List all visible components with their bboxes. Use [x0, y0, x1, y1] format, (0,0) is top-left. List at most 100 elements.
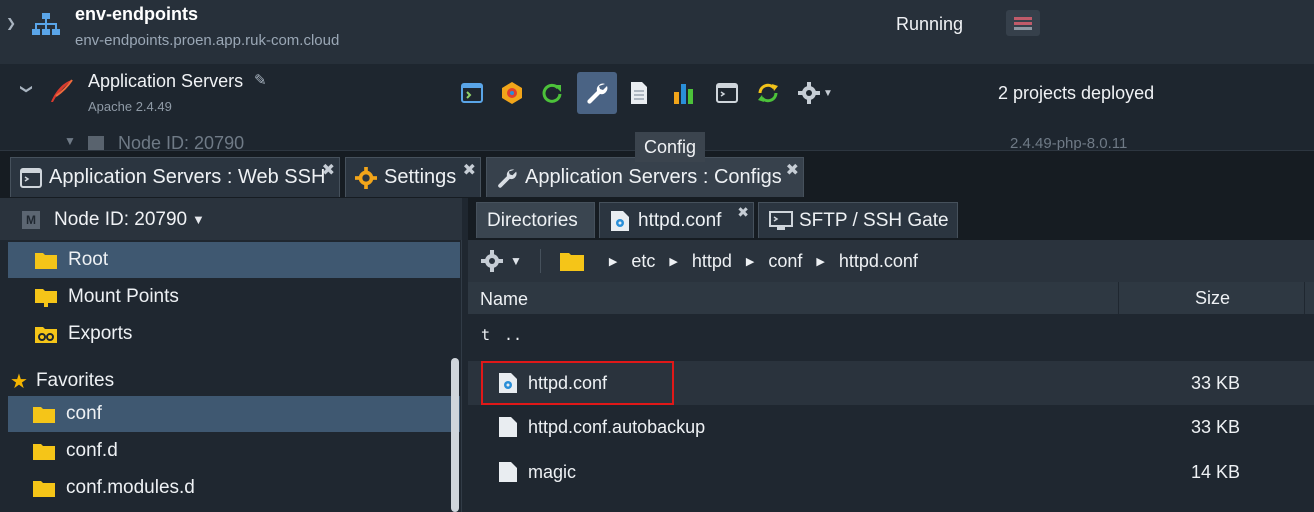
node-group-version: Apache 2.4.49	[88, 99, 172, 114]
file-name: magic	[528, 462, 577, 482]
environment-topology-icon	[32, 13, 60, 35]
file-size: 33 KB	[1190, 417, 1240, 437]
apache-feather-icon	[51, 79, 73, 102]
projects-deployed[interactable]: 2 projects deployed	[998, 83, 1154, 104]
parent-dir-marker: t	[481, 326, 491, 344]
file-row-httpd-conf-autobackup[interactable]: httpd.conf.autobackup 33 KB	[468, 405, 1314, 449]
environment-url[interactable]: env-endpoints.proen.app.ruk-com.cloud	[75, 32, 339, 49]
breadcrumb-arrow-icon: ▶	[669, 255, 678, 268]
chevron-down-icon: ▼	[510, 254, 522, 268]
favorite-item-conf[interactable]: conf	[8, 396, 460, 432]
folder-icon	[33, 481, 55, 497]
environment-power-toggle[interactable]	[1006, 10, 1040, 36]
file-icon	[499, 417, 517, 437]
config-wrench-icon	[495, 166, 519, 190]
toolbar-separator	[539, 249, 541, 273]
tree-item-label: conf	[66, 403, 102, 424]
node-selector-label: Node ID: 20790	[54, 209, 188, 230]
file-browser-panel: Directories httpd.conf ✖ SFTP / SSH Gate…	[468, 198, 1314, 512]
breadcrumb-arrow-icon: ▶	[745, 255, 755, 268]
close-icon[interactable]: ✖	[786, 160, 799, 180]
environment-row[interactable]: ❯ env-endpoints env-endpoints.proen.app.…	[0, 0, 1314, 64]
tree-item-label: Exports	[68, 323, 133, 344]
column-header-size[interactable]: Size	[1118, 282, 1306, 314]
tab-httpd-conf[interactable]: httpd.conf ✖	[599, 202, 754, 238]
tree-item-root[interactable]: Root	[8, 242, 460, 278]
settings-gear-dropdown-icon[interactable]: ▼	[790, 72, 840, 114]
config-tooltip: Config	[635, 132, 705, 162]
path-toolbar: ▼ ▶ etc ▶ httpd ▶ conf ▶ httpd.conf	[468, 240, 1314, 282]
breadcrumb-arrow-icon: ▶	[816, 255, 825, 268]
close-icon[interactable]: ✖	[737, 204, 749, 221]
tree-item-label: Mount Points	[68, 286, 179, 307]
folder-icon	[33, 407, 55, 423]
node-version-label: 2.4.49-php-8.0.11	[1010, 135, 1128, 150]
breadcrumb-httpd[interactable]: httpd	[692, 251, 732, 272]
tab-label: httpd.conf	[638, 209, 722, 231]
tab-label: SFTP / SSH Gate	[799, 209, 949, 231]
tab-web-ssh[interactable]: Application Servers : Web SSH ✖	[10, 157, 340, 197]
close-icon[interactable]: ✖	[322, 160, 335, 180]
collapse-chevron-icon[interactable]: ❯	[20, 84, 34, 94]
tab-label: Application Servers : Configs	[525, 166, 782, 188]
tab-directories[interactable]: Directories	[476, 202, 595, 238]
redeploy-icon[interactable]	[748, 72, 788, 114]
config-file-icon	[499, 373, 517, 393]
collapse-chevron-icon[interactable]: ▼	[64, 134, 76, 148]
close-icon[interactable]: ✖	[463, 160, 476, 180]
addons-icon[interactable]	[492, 72, 532, 114]
breadcrumb-httpd-conf[interactable]: httpd.conf	[839, 251, 918, 272]
node-badge-icon: M	[22, 211, 40, 229]
tree-item-exports[interactable]: Exports	[8, 316, 460, 352]
root-folder-icon[interactable]	[559, 250, 585, 272]
application-servers-row[interactable]: ❯ Application Servers ✎ Apache 2.4.49 ▼ …	[0, 64, 1314, 124]
favorite-item-conf-modules-d[interactable]: conf.modules.d	[8, 470, 460, 506]
log-file-icon[interactable]	[619, 72, 659, 114]
tree-item-mount-points[interactable]: Mount Points	[8, 279, 460, 315]
folder-icon	[35, 253, 57, 269]
favorites-label: Favorites	[35, 370, 115, 391]
tab-settings[interactable]: Settings ✖	[345, 157, 481, 197]
breadcrumb-etc[interactable]: etc	[631, 251, 655, 272]
tab-label: Directories	[487, 209, 578, 231]
file-size: 14 KB	[1190, 462, 1240, 482]
file-name: httpd.conf.autobackup	[528, 417, 706, 437]
config-file-icon	[611, 210, 629, 231]
node-group-name[interactable]: Application Servers	[88, 71, 243, 92]
tree-scrollbar[interactable]	[451, 358, 459, 512]
breadcrumb-conf[interactable]: conf	[768, 251, 802, 272]
settings-gear-icon	[354, 166, 378, 190]
tree-item-label: conf.d	[66, 440, 118, 461]
config-wrench-icon[interactable]	[577, 72, 617, 114]
edit-pencil-icon[interactable]: ✎	[254, 71, 267, 89]
node-server-icon	[88, 136, 104, 150]
tab-sftp-ssh-gate[interactable]: SFTP / SSH Gate	[758, 202, 958, 238]
column-header-name[interactable]: Name	[480, 289, 528, 310]
sub-tabs-bar: Directories httpd.conf ✖ SFTP / SSH Gate	[468, 198, 1314, 240]
favorites-header[interactable]: ★ Favorites	[0, 366, 114, 396]
node-selector[interactable]: M Node ID: 20790 ▼	[0, 198, 462, 240]
tab-configs[interactable]: Application Servers : Configs ✖	[486, 157, 804, 197]
web-ssh-icon[interactable]	[452, 72, 492, 114]
mount-folder-icon	[35, 289, 57, 307]
parent-directory-row[interactable]: t ..	[468, 316, 1314, 360]
restart-icon[interactable]	[532, 72, 572, 114]
statistics-icon[interactable]	[663, 72, 703, 114]
favorite-item-conf-d[interactable]: conf.d	[8, 433, 460, 469]
file-size: 33 KB	[1190, 373, 1240, 393]
file-row-httpd-conf[interactable]: httpd.conf 33 KB	[468, 361, 1314, 405]
collapse-chevron-icon[interactable]: ❯	[6, 16, 16, 30]
file-row-magic[interactable]: magic 14 KB	[468, 450, 1314, 494]
environment-name[interactable]: env-endpoints	[75, 4, 198, 25]
tree-item-label: conf.modules.d	[66, 477, 195, 498]
file-grid-header: Name Size	[468, 282, 1314, 314]
chevron-down-icon[interactable]: ▼	[192, 212, 205, 227]
tab-label: Settings	[384, 166, 457, 188]
file-icon	[499, 462, 517, 482]
file-name: httpd.conf	[528, 373, 608, 393]
actions-gear-dropdown[interactable]: ▼	[480, 249, 522, 273]
exports-folder-icon	[35, 327, 57, 343]
terminal-icon	[19, 166, 43, 190]
terminal-icon[interactable]	[707, 72, 747, 114]
star-icon: ★	[10, 370, 28, 393]
